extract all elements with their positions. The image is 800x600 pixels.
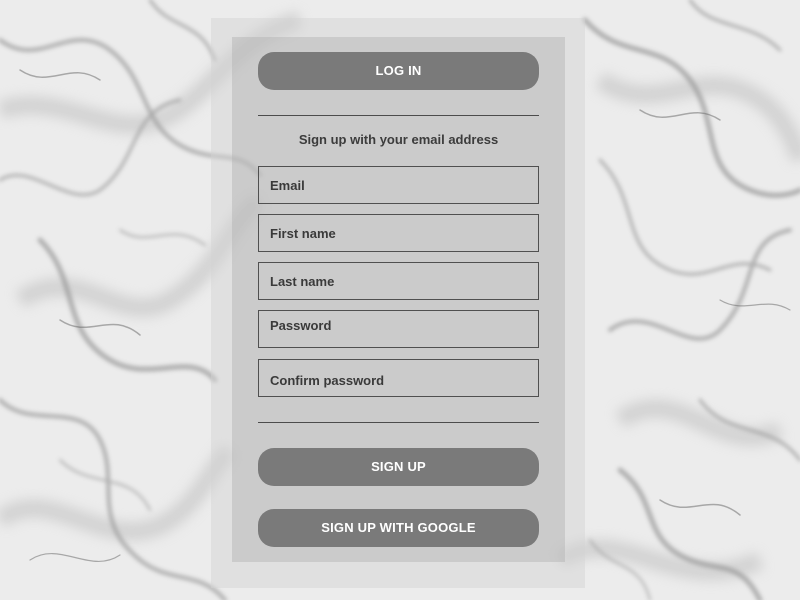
bottom-divider: [258, 422, 539, 423]
signup-heading: Sign up with your email address: [298, 132, 499, 147]
password-field[interactable]: [258, 310, 539, 348]
top-divider: [258, 115, 539, 116]
google-signup-button[interactable]: SIGN UP WITH GOOGLE: [258, 509, 539, 547]
first-name-field[interactable]: [258, 214, 539, 252]
signup-page: LOG IN Sign up with your email address S…: [0, 0, 800, 600]
signup-button[interactable]: SIGN UP: [258, 448, 539, 486]
email-field[interactable]: [258, 166, 539, 204]
login-button[interactable]: LOG IN: [258, 52, 539, 90]
last-name-field[interactable]: [258, 262, 539, 300]
confirm-password-field[interactable]: [258, 359, 539, 397]
